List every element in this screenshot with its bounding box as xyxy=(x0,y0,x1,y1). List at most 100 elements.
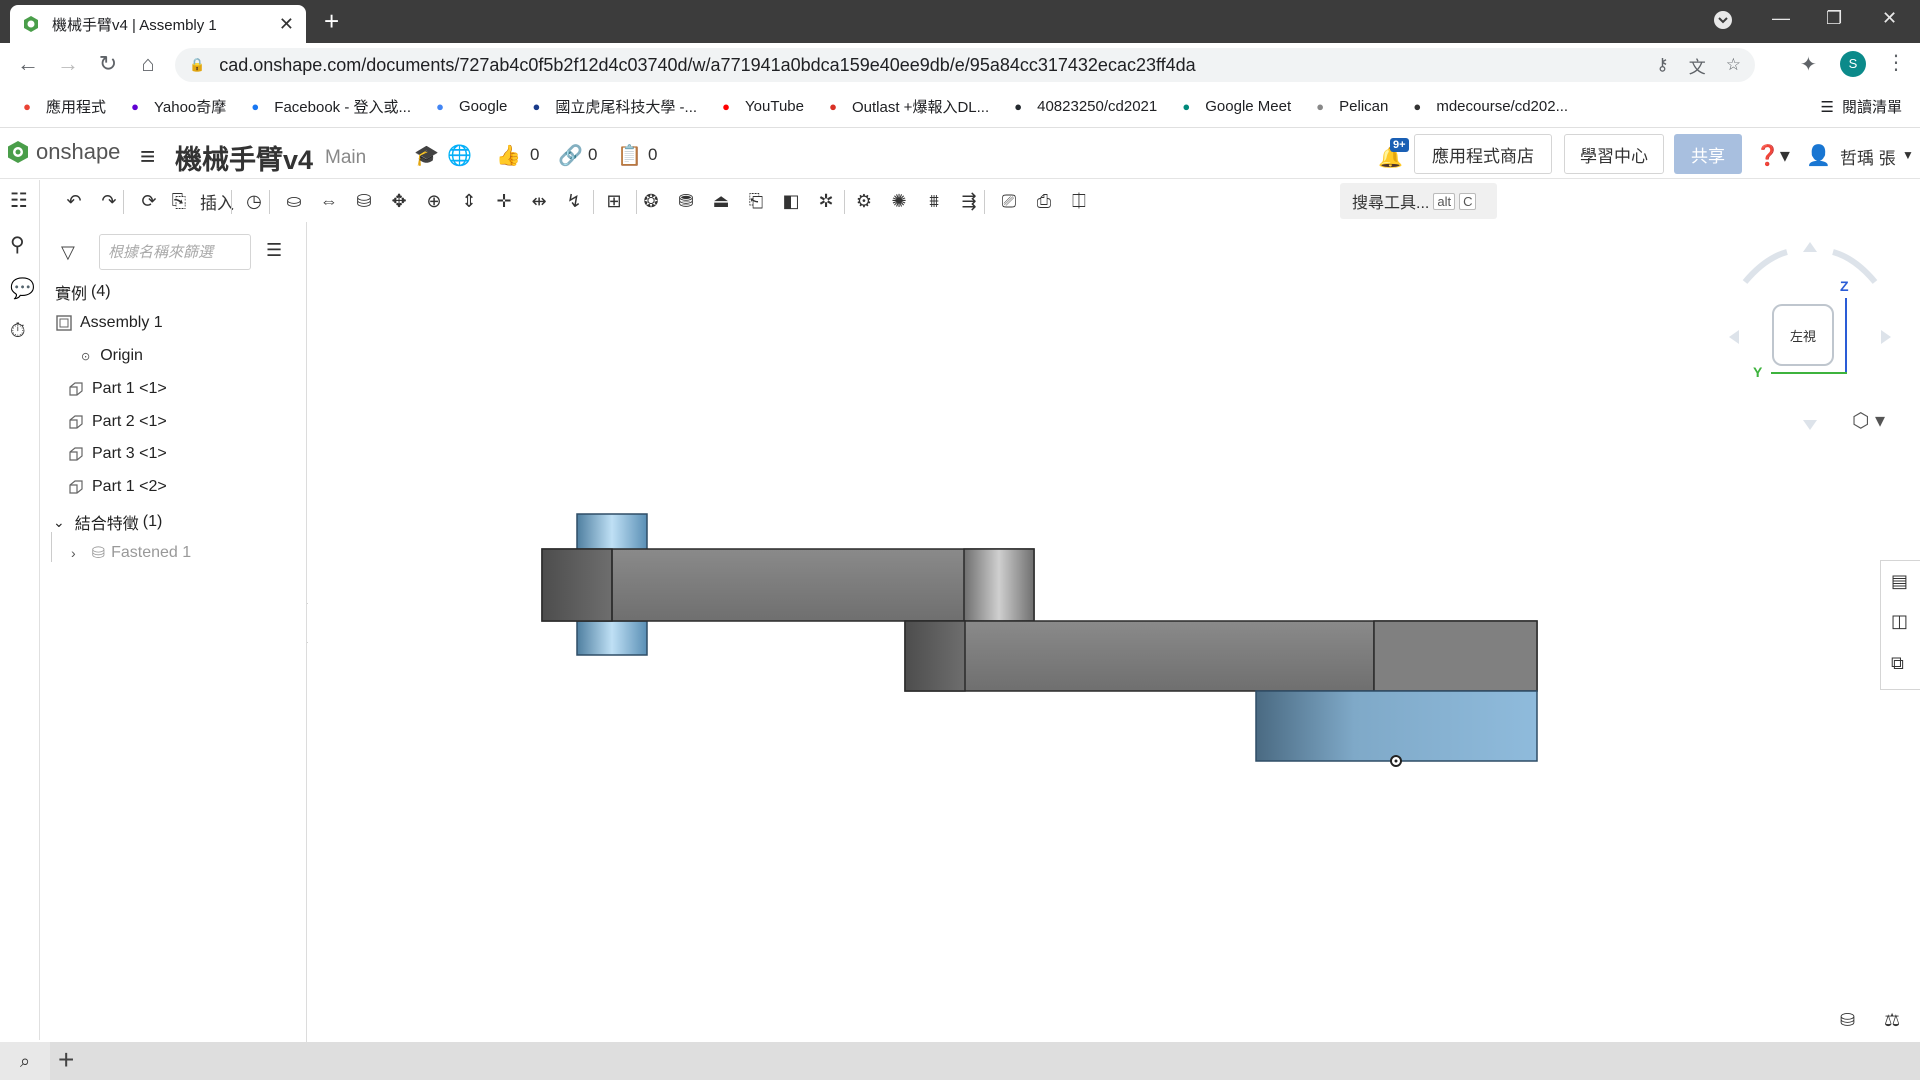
tree-item-part[interactable]: Part 1 <1> xyxy=(67,380,167,398)
insert-icon[interactable]: ⎘ xyxy=(166,190,192,212)
upper-arm[interactable] xyxy=(541,548,1035,622)
help-icon[interactable]: ❓▾ xyxy=(1755,143,1790,168)
new-tab-icon[interactable]: + xyxy=(324,8,339,34)
insert-mate-icon[interactable]: ⚲ xyxy=(10,232,25,257)
regen-icon[interactable]: ⟳ xyxy=(136,190,162,212)
share-button[interactable]: 共享 xyxy=(1674,134,1742,174)
rack-icon[interactable]: ✺ xyxy=(886,190,912,212)
bookmark-item[interactable]: ● Yahoo奇摩 xyxy=(126,96,226,117)
bom-table-icon[interactable]: ⎙ xyxy=(1031,190,1057,212)
graduation-cap-icon[interactable]: 🎓 xyxy=(414,143,439,168)
pin-top-lower[interactable] xyxy=(576,620,648,656)
explode-icon[interactable]: ⏏ xyxy=(708,190,734,212)
cylinder-icon[interactable]: ⛀ xyxy=(281,190,307,212)
filter-icon[interactable]: ▽ xyxy=(61,242,75,263)
render-mode-icon[interactable]: ⛁ xyxy=(1840,1010,1855,1031)
pattern-icon[interactable]: ⛃ xyxy=(673,190,699,212)
copy-icon[interactable]: 📋 xyxy=(617,143,642,168)
view-cube-face[interactable]: 左視 xyxy=(1772,304,1834,366)
instances-header[interactable]: 實例 (4) xyxy=(55,280,111,304)
chevron-down-icon[interactable]: ⌄ xyxy=(53,514,65,531)
bom-icon[interactable]: ⧉ xyxy=(1891,653,1904,674)
pin-slot-icon[interactable]: ⇕ xyxy=(456,190,482,212)
bookmark-item[interactable]: ● Facebook - 登入或... xyxy=(246,96,411,117)
tree-item-assembly[interactable]: Assembly 1 xyxy=(55,314,163,332)
appearance-icon[interactable]: ◫ xyxy=(1891,611,1908,632)
relation-icon[interactable]: ↯ xyxy=(561,190,587,212)
comments-icon[interactable]: 💬 xyxy=(10,276,35,301)
user-menu-chevron-icon[interactable]: ▼ xyxy=(1902,148,1914,162)
list-view-icon[interactable]: ☰ xyxy=(266,240,282,261)
drawing-icon[interactable]: ⎚ xyxy=(996,190,1022,212)
ball-icon[interactable]: ⊕ xyxy=(421,190,447,212)
bookmark-item[interactable]: ● Google xyxy=(431,98,507,116)
feature-list-icon[interactable]: ☷ xyxy=(10,188,28,213)
group-icon[interactable]: ⊞ xyxy=(601,190,627,212)
like-icon[interactable]: 👍 xyxy=(496,143,521,168)
pin-top-upper[interactable] xyxy=(576,513,648,552)
gear-icon[interactable]: ⚙ xyxy=(851,190,877,212)
learning-center-button[interactable]: 學習中心 xyxy=(1564,134,1664,174)
close-tab-icon[interactable]: ✕ xyxy=(279,14,294,35)
key-icon[interactable]: ⚷ xyxy=(1656,55,1668,75)
restore-icon[interactable]: ❐ xyxy=(1826,8,1842,29)
tab-search-icon[interactable] xyxy=(1713,10,1733,35)
extensions-icon[interactable]: ✦ xyxy=(1800,52,1817,77)
user-avatar-icon[interactable]: 👤 xyxy=(1806,143,1831,168)
tangent-icon[interactable]: ⇹ xyxy=(526,190,552,212)
history-timer-icon[interactable]: ⏱ xyxy=(10,320,26,343)
display-icon[interactable]: ◧ xyxy=(778,190,804,212)
translate-icon[interactable]: 文 xyxy=(1689,53,1706,78)
user-name[interactable]: 哲瑀 張 xyxy=(1840,144,1896,169)
replicate-icon[interactable]: ❂ xyxy=(638,190,664,212)
chevron-right-icon[interactable]: › xyxy=(71,545,76,561)
add-tab-icon[interactable]: + xyxy=(58,1044,74,1076)
home-icon[interactable]: ⌂ xyxy=(134,51,162,77)
bookmark-item[interactable]: ● Pelican xyxy=(1311,98,1388,116)
section-icon[interactable]: ⎗ xyxy=(743,190,769,212)
tree-item-fastened[interactable]: › ⛁ Fastened 1 xyxy=(71,543,191,563)
filter-input[interactable] xyxy=(99,234,251,270)
redo-icon[interactable]: ↷ xyxy=(96,190,122,212)
linear-icon[interactable]: ⇶ xyxy=(956,190,982,212)
properties-icon[interactable]: ▤ xyxy=(1891,571,1908,592)
bookmark-item[interactable]: ● Google Meet xyxy=(1177,98,1291,116)
tree-item-part[interactable]: Part 3 <1> xyxy=(67,445,167,463)
tab-manager-icon[interactable]: ⌕ xyxy=(0,1042,50,1080)
browser-tab[interactable]: 機械手臂v4 | Assembly 1 ✕ xyxy=(10,5,306,43)
browser-menu-icon[interactable]: ⋮ xyxy=(1886,50,1906,75)
app-store-button[interactable]: 應用程式商店 xyxy=(1414,134,1552,174)
screw-icon[interactable]: ⩩ xyxy=(921,190,947,212)
close-window-icon[interactable]: ✕ xyxy=(1882,8,1897,29)
measure-tool-icon[interactable]: ⎅ xyxy=(1066,190,1092,212)
back-icon[interactable]: ← xyxy=(14,51,42,77)
bookmark-item[interactable]: ● YouTube xyxy=(717,98,804,116)
base-part[interactable] xyxy=(1255,690,1538,762)
globe-icon[interactable]: 🌐 xyxy=(447,143,472,168)
reading-list[interactable]: ☰ 閱讀清單 xyxy=(1821,96,1902,117)
planar-icon[interactable]: ✥ xyxy=(386,190,412,212)
gear-relation-icon[interactable]: ✲ xyxy=(813,190,839,212)
3d-viewport[interactable] xyxy=(308,222,1920,1042)
forward-icon[interactable]: → xyxy=(54,51,82,77)
undo-icon[interactable]: ↶ xyxy=(61,190,87,212)
search-tools-button[interactable]: 搜尋工具... alt C xyxy=(1340,183,1497,219)
bookmark-item[interactable]: ● 應用程式 xyxy=(18,96,106,117)
hamburger-menu-icon[interactable]: ≡ xyxy=(140,141,155,172)
view-options-cube-icon[interactable]: ⬡ ▾ xyxy=(1852,408,1885,433)
address-bar[interactable]: 🔒 cad.onshape.com/documents/727ab4c0f5b2… xyxy=(175,48,1755,82)
bookmark-item[interactable]: ● Outlast +爆報入DL... xyxy=(824,96,989,117)
reload-icon[interactable]: ↻ xyxy=(94,51,122,77)
minimize-icon[interactable]: — xyxy=(1772,8,1790,29)
mates-header[interactable]: ⌄ 結合特徵 (1) xyxy=(53,510,162,534)
branch-name[interactable]: Main xyxy=(325,147,366,169)
bookmark-item[interactable]: ● mdecourse/cd202... xyxy=(1408,98,1568,116)
bookmark-star-icon[interactable]: ☆ xyxy=(1726,55,1741,75)
revolute-icon[interactable]: ⛁ xyxy=(351,190,377,212)
bookmark-item[interactable]: ● 40823250/cd2021 xyxy=(1009,98,1157,116)
tree-item-part[interactable]: Part 2 <1> xyxy=(67,413,167,431)
document-name[interactable]: 機械手臂v4 xyxy=(175,138,313,177)
clock-icon[interactable]: ◷ xyxy=(241,190,267,212)
tree-item-part[interactable]: Part 1 <2> xyxy=(67,478,167,496)
bookmark-item[interactable]: ● 國立虎尾科技大學 -... xyxy=(527,96,697,117)
